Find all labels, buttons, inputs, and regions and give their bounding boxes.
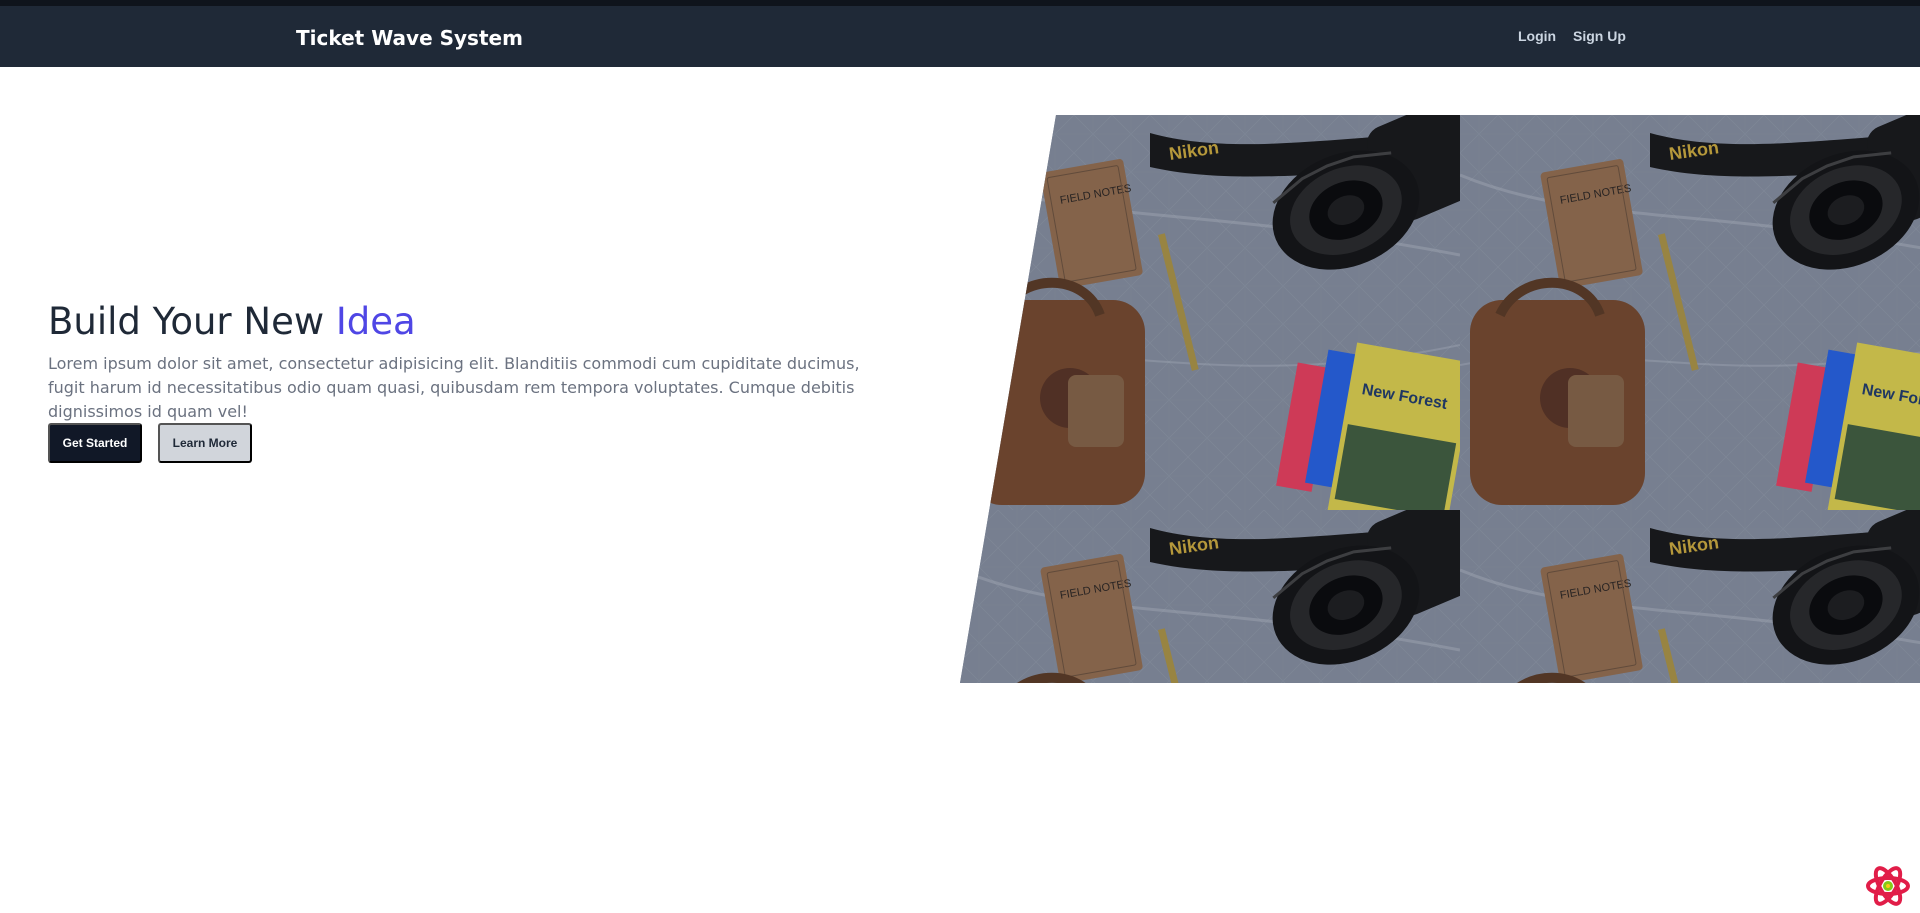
hero-image: FIELD NOTES Nikon New Forest FIELD NOTES… bbox=[960, 115, 1920, 683]
login-link[interactable]: Login bbox=[1518, 28, 1556, 44]
get-started-button[interactable]: Get Started bbox=[48, 423, 142, 463]
learn-more-button[interactable]: Learn More bbox=[158, 423, 252, 463]
photo-tile: FIELD NOTES Nikon New Forest bbox=[960, 115, 1460, 510]
navbar: Ticket Wave System Login Sign Up bbox=[0, 6, 1920, 67]
react-devtools-icon[interactable] bbox=[1866, 866, 1910, 906]
image-tile-grid: FIELD NOTES Nikon New Forest FIELD NOTES… bbox=[960, 115, 1920, 683]
hero-title: Build Your New Idea bbox=[48, 300, 416, 343]
photo-tile: FIELD NOTES Nikon New Forest bbox=[1460, 510, 1920, 683]
hero-title-main: Build Your New bbox=[48, 300, 336, 343]
photo-tile: FIELD NOTES Nikon New Forest bbox=[960, 510, 1460, 683]
brand-title[interactable]: Ticket Wave System bbox=[296, 26, 523, 50]
signup-link[interactable]: Sign Up bbox=[1573, 28, 1626, 44]
hero-title-accent: Idea bbox=[335, 300, 416, 343]
hero-description: Lorem ipsum dolor sit amet, consectetur … bbox=[48, 354, 860, 421]
photo-tile: FIELD NOTES Nikon New Forest bbox=[1460, 115, 1920, 510]
